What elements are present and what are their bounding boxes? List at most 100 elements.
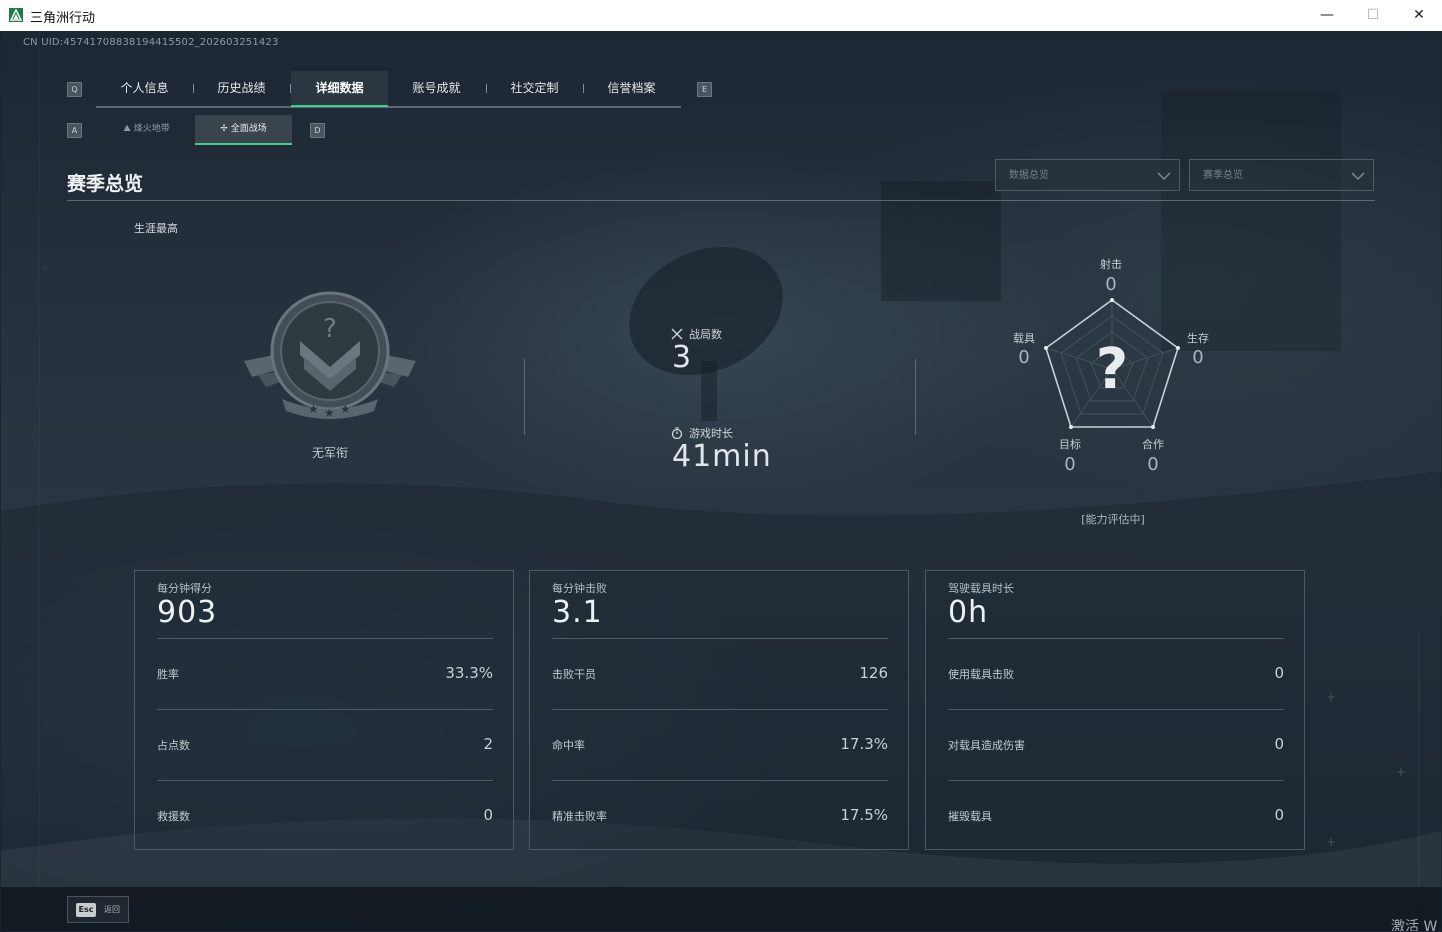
- row-label: 命中率: [552, 739, 585, 752]
- tab-match-history[interactable]: 历史战绩: [193, 71, 290, 106]
- svg-text:★: ★: [324, 406, 335, 420]
- card-row: 摧毁载具 0: [948, 780, 1284, 852]
- divider: [524, 359, 525, 435]
- esc-key-icon: Esc: [76, 903, 96, 917]
- row-label: 摧毁载具: [948, 810, 992, 823]
- radar-value-cooperation: 0: [1147, 454, 1159, 475]
- main-tabs: 个人信息 历史战绩 详细数据 账号成就 社交定制 信誉档案: [96, 71, 681, 108]
- row-value: 2: [483, 735, 493, 753]
- row-value: 17.3%: [840, 735, 888, 753]
- card-row: 占点数 2: [157, 709, 493, 781]
- tab-achievements[interactable]: 账号成就: [388, 71, 485, 106]
- player-uid: CN UID:4574170883819441550​2_20260325142…: [23, 37, 279, 48]
- row-label: 击败干员: [552, 668, 596, 681]
- game-viewport: + + + + CN UID:4574170883819441550​2_202…: [1, 31, 1441, 931]
- row-value: 33.3%: [445, 664, 493, 682]
- back-button[interactable]: Esc 返回: [67, 896, 129, 923]
- bottom-bar: Esc 返回: [1, 887, 1441, 931]
- card-row: 精准击败率 17.5%: [552, 780, 888, 852]
- row-label: 使用载具击败: [948, 668, 1014, 681]
- radar-label-shooting: 射击: [1100, 258, 1122, 271]
- crosshair-icon: ✢: [220, 124, 231, 134]
- season-filter-select[interactable]: 赛季总览: [1189, 159, 1374, 191]
- row-value: 126: [859, 664, 888, 682]
- matches-value: 3: [672, 340, 693, 375]
- row-value: 0: [1274, 664, 1284, 682]
- svg-text:?: ?: [323, 314, 337, 344]
- radar-label-survival: 生存: [1187, 332, 1209, 345]
- card-value: 3.1: [552, 595, 603, 630]
- chevron-down-icon: [1157, 172, 1171, 181]
- back-label: 返回: [104, 905, 120, 914]
- data-filter-select[interactable]: 数据总览: [995, 159, 1180, 191]
- tab-social-customization[interactable]: 社交定制: [486, 71, 583, 106]
- rank-emblem-icon: ? ★ ★ ★: [244, 291, 416, 420]
- row-value: 17.5%: [840, 806, 888, 824]
- card-label: 每分钟击败: [552, 582, 607, 595]
- section-divider: [67, 200, 1375, 201]
- card-row: 使用载具击败 0: [948, 638, 1284, 710]
- radar-center-symbol: ?: [1096, 337, 1128, 402]
- data-filter-value: 数据总览: [1009, 170, 1049, 181]
- card-row: 对载具造成伤害 0: [948, 709, 1284, 781]
- tab-next-key[interactable]: E: [697, 82, 712, 97]
- tab-reputation-file[interactable]: 信誉档案: [583, 71, 680, 106]
- svg-text:+: +: [1326, 835, 1336, 849]
- stopwatch-icon: [671, 427, 683, 439]
- score-per-minute-card: 每分钟得分 903 胜率 33.3% 占点数 2 救援数 0: [134, 570, 514, 850]
- season-filter-value: 赛季总览: [1203, 170, 1243, 181]
- row-value: 0: [483, 806, 493, 824]
- svg-text:★: ★: [308, 402, 319, 416]
- radar-status: [能力评估中]: [1081, 513, 1145, 526]
- app-logo-icon: [9, 8, 23, 22]
- subtab-operations-label: 烽火地带: [133, 124, 170, 134]
- section-title: 赛季总览: [67, 173, 144, 195]
- crossed-swords-icon: [671, 328, 683, 340]
- minimize-button[interactable]: —: [1304, 0, 1350, 31]
- row-label: 救援数: [157, 810, 190, 823]
- maximize-button[interactable]: ☐: [1350, 0, 1396, 31]
- playtime-value: 41min: [672, 439, 772, 474]
- mountain-icon: ⛰: [123, 124, 134, 134]
- divider: [915, 359, 916, 435]
- svg-text:★: ★: [340, 402, 351, 416]
- row-label: 占点数: [157, 739, 190, 752]
- radar-label-cooperation: 合作: [1142, 438, 1164, 451]
- tab-prev-key[interactable]: Q: [67, 82, 82, 97]
- radar-value-survival: 0: [1192, 347, 1204, 368]
- subtab-operations[interactable]: ⛰ 烽火地带: [98, 115, 195, 143]
- card-row: 胜率 33.3%: [157, 638, 493, 710]
- career-best-label: 生涯最高: [134, 222, 178, 235]
- radar-value-objective: 0: [1064, 454, 1076, 475]
- card-label: 每分钟得分: [157, 582, 212, 595]
- row-label: 对载具造成伤害: [948, 739, 1025, 752]
- tab-personal-info[interactable]: 个人信息: [96, 71, 193, 106]
- vehicle-time-card: 驾驶载具时长 0h 使用载具击败 0 对载具造成伤害 0 摧毁载具 0: [925, 570, 1305, 850]
- card-value: 903: [157, 595, 218, 630]
- subtab-prev-key[interactable]: A: [67, 123, 82, 138]
- subtab-warfare-label: 全面战场: [230, 124, 267, 134]
- row-label: 胜率: [157, 668, 179, 681]
- subtab-warfare[interactable]: ✢ 全面战场: [195, 115, 292, 145]
- row-value: 0: [1274, 806, 1284, 824]
- close-button[interactable]: ✕: [1396, 0, 1442, 31]
- row-label: 精准击败率: [552, 810, 607, 823]
- tab-detailed-data[interactable]: 详细数据: [291, 71, 388, 107]
- window-titlebar: 三角洲行动 — ☐ ✕: [0, 0, 1442, 31]
- radar-value-shooting: 0: [1105, 274, 1117, 295]
- card-value: 0h: [948, 595, 989, 630]
- svg-text:+: +: [1396, 765, 1406, 779]
- card-row: 命中率 17.3%: [552, 709, 888, 781]
- radar-label-objective: 目标: [1059, 438, 1081, 451]
- card-row: 救援数 0: [157, 780, 493, 852]
- matches-label-text: 战局数: [689, 328, 722, 341]
- row-value: 0: [1274, 735, 1284, 753]
- subtab-next-key[interactable]: D: [310, 123, 325, 138]
- radar-value-vehicle: 0: [1018, 347, 1030, 368]
- activation-watermark: 激活 W: [1391, 919, 1438, 931]
- svg-text:+: +: [1326, 690, 1336, 704]
- svg-text:+: +: [41, 263, 49, 274]
- kills-per-minute-card: 每分钟击败 3.1 击败干员 126 命中率 17.3% 精准击败率 17.5%: [529, 570, 909, 850]
- chevron-down-icon: [1351, 172, 1365, 181]
- card-label: 驾驶载具时长: [948, 582, 1014, 595]
